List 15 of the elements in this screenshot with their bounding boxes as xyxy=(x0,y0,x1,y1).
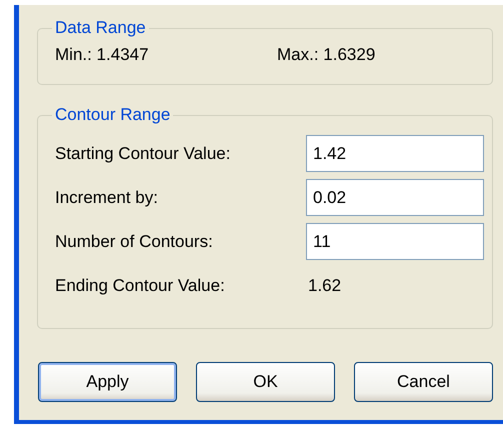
group-title: Contour Range xyxy=(52,105,174,125)
ok-button[interactable]: OK xyxy=(196,362,335,402)
field-label: Number of Contours: xyxy=(55,232,214,252)
min-value: Min.: 1.4347 xyxy=(55,45,150,65)
value-text: 1.62 xyxy=(308,276,342,296)
field-label: Ending Contour Value: xyxy=(55,276,226,296)
field-label: Increment by: xyxy=(55,188,159,208)
cancel-button[interactable]: Cancel xyxy=(354,362,493,402)
apply-button[interactable]: Apply xyxy=(38,362,177,402)
input-field[interactable]: 1.42 xyxy=(306,135,484,172)
group-title: Data Range xyxy=(52,18,149,38)
field-label: Starting Contour Value: xyxy=(55,144,232,164)
max-value: Max.: 1.6329 xyxy=(277,45,376,65)
input-field[interactable]: 11 xyxy=(306,223,484,260)
input-field[interactable]: 0.02 xyxy=(306,179,484,216)
